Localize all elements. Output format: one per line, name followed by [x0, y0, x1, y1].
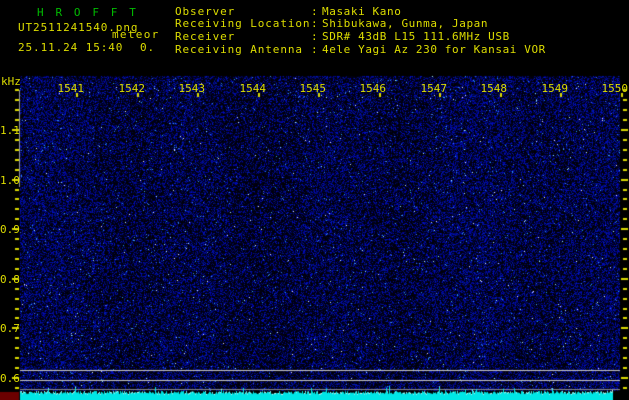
- info-label-location: Receiving Location: [175, 17, 311, 30]
- mode-label: meteor: [112, 28, 160, 41]
- info-colon: :: [311, 17, 319, 30]
- time-tick-label: 1548: [480, 82, 508, 95]
- info-value-antenna: 4ele Yagi Az 230 for Kansai VOR: [322, 43, 546, 56]
- time-tick-label: 1545: [299, 82, 327, 95]
- hrofft-window: H R O F F T UT2511241540.png meteor 25.1…: [0, 0, 629, 400]
- freq-tick-label: 0.7: [0, 322, 20, 335]
- info-value-location: Shibukawa, Gunma, Japan: [322, 17, 489, 30]
- info-label-receiver: Receiver: [175, 30, 236, 43]
- info-value-receiver: SDR# 43dB L15 111.6MHz USB: [322, 30, 510, 43]
- time-tick-label: 1546: [359, 82, 387, 95]
- time-tick-label: 1543: [178, 82, 206, 95]
- time-tick-label: 1541: [57, 82, 85, 95]
- freq-tick-label: 0.6: [0, 372, 20, 385]
- y-axis-unit-label: kHz: [1, 75, 21, 88]
- time-tick-label: 1550: [601, 82, 629, 95]
- spectrogram-canvas: [0, 70, 629, 400]
- info-label-antenna: Receiving Antenna: [175, 43, 303, 56]
- freq-tick-label: 0.8: [0, 273, 20, 286]
- echo-counter: 0.: [140, 41, 156, 54]
- app-title: H R O F F T: [37, 6, 139, 19]
- freq-tick-label: 1.0: [0, 174, 20, 187]
- freq-tick-label: 1.1: [0, 124, 20, 137]
- observation-datetime: 25.11.24 15:40: [18, 41, 124, 54]
- freq-tick-label: 0.9: [0, 223, 20, 236]
- time-tick-label: 1544: [239, 82, 267, 95]
- info-colon: :: [311, 43, 319, 56]
- time-tick-label: 1549: [541, 82, 569, 95]
- time-tick-label: 1547: [420, 82, 448, 95]
- info-colon: :: [311, 30, 319, 43]
- time-tick-label: 1542: [118, 82, 146, 95]
